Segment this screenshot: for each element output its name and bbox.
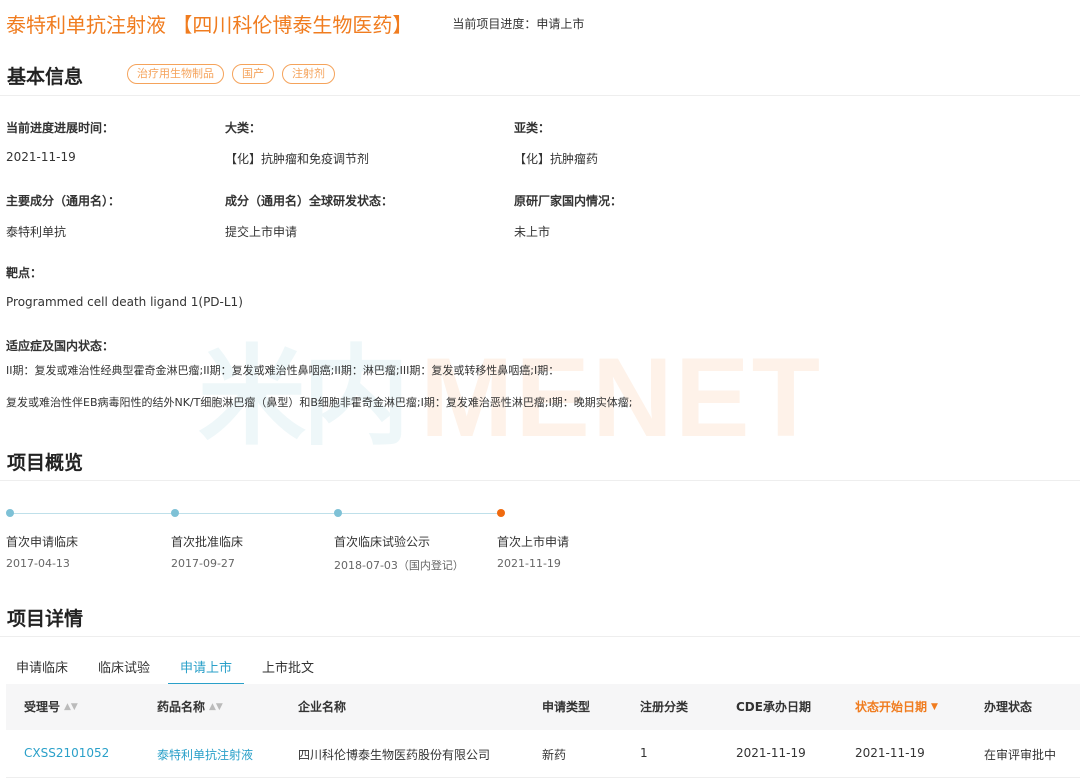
timeline-milestone-date: 2018-07-03（国内登记） [334,559,464,572]
field-global-status: 成分（通用名）全球研发状态： 提交上市申请 [225,192,393,240]
field-value: 【化】抗肿瘤和免疫调节剂 [225,152,370,166]
field-subcategory: 亚类： 【化】抗肿瘤药 [514,119,598,167]
field-value: 提交上市申请 [225,225,298,239]
field-label: 适应症及国内状态： [6,339,115,353]
col-header-status-date[interactable]: 状态开始日期 ▼ [855,684,938,730]
col-header-label: 状态开始日期 [855,700,928,714]
field-label: 原研厂家国内情况： [514,194,623,208]
field-target: 靶点： Programmed cell death ligand 1(PD-L1… [6,264,243,309]
timeline-milestone-date: 2017-04-13 [6,557,70,570]
tag-domestic[interactable]: 国产 [232,64,274,84]
detail-tabs: 申请临床 临床试验 申请上市 上市批文 [6,659,326,685]
col-header-status: 办理状态 [984,700,1033,714]
indications-line: II期：复发或难治性经典型霍奇金淋巴瘤;II期：复发或难治性鼻咽癌;II期：淋巴… [6,364,560,377]
cell-cde-date: 2021-11-19 [736,746,806,760]
col-header-company: 企业名称 [298,700,347,714]
cell-company: 四川科伦博泰生物医药股份有限公司 [298,748,491,762]
tab-clinical-trial[interactable]: 临床试验 [86,659,162,685]
timeline-dot-current [497,509,505,517]
col-header-label: 药品名称 [157,700,206,714]
timeline-milestone-title: 首次临床试验公示 [334,535,431,549]
cell-status: 在审评审批中 [984,748,1057,762]
cell-accept-no[interactable]: CXSS2101052 [24,746,109,760]
divider [0,95,1080,96]
timeline-milestone-title: 首次批准临床 [171,535,244,549]
timeline-dot [171,509,179,517]
basic-info-title: 基本信息 [7,66,84,88]
timeline-milestone-date: 2017-09-27 [171,557,235,570]
cell-drug-name[interactable]: 泰特利单抗注射液 [157,746,253,763]
field-main-ingredient: 主要成分（通用名）： 泰特利单抗 [6,192,120,240]
cell-apply-type: 新药 [542,748,567,762]
table-header: 受理号 ▲▼ 药品名称 ▲▼ 企业名称 申请类型 注册分类 CDE承办日期 状态开始… [6,684,1080,730]
field-value: 2021-11-19 [6,150,76,164]
details-title: 项目详情 [7,608,84,630]
tab-apply-market[interactable]: 申请上市 [168,659,245,685]
row-divider [6,777,1080,778]
field-value: 泰特利单抗 [6,225,67,239]
field-label: 主要成分（通用名）： [6,194,121,208]
field-indications: 适应症及国内状态： [6,337,114,354]
field-value: 【化】抗肿瘤药 [514,152,599,166]
field-label: 亚类： [514,121,551,135]
tag-injection[interactable]: 注射剂 [282,64,335,84]
field-originator-domestic: 原研厂家国内情况： 未上市 [514,192,622,240]
col-header-apply-type: 申请类型 [542,700,591,714]
col-header-cde-date: CDE承办日期 [736,700,811,714]
field-category: 大类： 【化】抗肿瘤和免疫调节剂 [225,119,369,167]
field-label: 靶点： [6,266,43,280]
timeline-track [10,513,501,514]
field-label: 成分（通用名）全球研发状态： [225,194,394,208]
col-header-accept-no[interactable]: 受理号 ▲▼ [24,684,78,730]
page-header: 泰特利单抗注射液 【四川科伦博泰生物医药】 当前项目进度：申请上市 [6,6,584,40]
field-label: 当前进度进展时间： [6,121,115,135]
field-value: 未上市 [514,225,551,239]
timeline-milestone-title: 首次申请临床 [6,535,79,549]
cell-reg-class: 1 [640,746,648,760]
drug-title: 泰特利单抗注射液 【四川科伦博泰生物医药】 [6,12,413,37]
timeline-dot [334,509,342,517]
sort-icon[interactable]: ▲▼ [209,703,223,712]
timeline-milestone-date: 2021-11-19 [497,557,561,570]
overview-title: 项目概览 [7,452,84,474]
cell-status-date: 2021-11-19 [855,746,925,760]
timeline-milestone-title: 首次上市申请 [497,535,570,549]
drug-tags: 治疗用生物制品 国产 注射剂 [127,64,335,84]
timeline-dot [6,509,14,517]
sort-icon[interactable]: ▲▼ [64,703,78,712]
tab-market-approval[interactable]: 上市批文 [250,659,326,685]
divider [0,480,1080,481]
field-value: Programmed cell death ligand 1(PD-L1) [6,295,243,309]
field-progress-time: 当前进度进展时间： 2021-11-19 [6,119,114,164]
col-header-label: 受理号 [24,700,61,714]
tag-biologic[interactable]: 治疗用生物制品 [127,64,224,84]
divider [0,636,1080,637]
col-header-drug-name[interactable]: 药品名称 ▲▼ [157,684,223,730]
col-header-reg-class: 注册分类 [640,700,689,714]
field-label: 大类： [225,121,262,135]
indications-line: 复发或难治性伴EB病毒阳性的结外NK/T细胞淋巴瘤（鼻型）和B细胞非霍奇金淋巴瘤… [6,396,633,409]
current-progress-label: 当前项目进度：申请上市 [452,16,585,31]
sort-desc-icon[interactable]: ▼ [931,703,938,712]
tab-apply-clinical[interactable]: 申请临床 [4,659,80,685]
